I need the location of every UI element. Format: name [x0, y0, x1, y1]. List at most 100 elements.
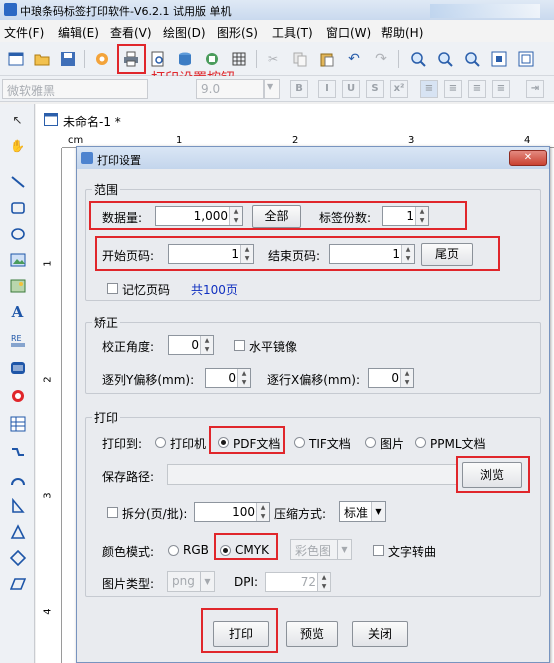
text-tool-icon[interactable]: A — [8, 302, 27, 321]
menu-edit[interactable]: 编辑(E) — [58, 24, 99, 41]
text-to-curve-checkbox[interactable] — [373, 545, 384, 556]
align-left-icon[interactable]: ≡ — [420, 80, 438, 98]
font-size-dropdown-icon[interactable]: ▼ — [264, 79, 280, 99]
spin-arrows-icon[interactable]: ▲ ▼ — [400, 369, 413, 387]
table-tool-icon[interactable] — [8, 414, 27, 433]
rich-text-tool-icon[interactable]: RE — [8, 330, 27, 349]
rectangle-tool-icon[interactable] — [8, 198, 27, 217]
menu-file[interactable]: 文件(F) — [4, 24, 44, 41]
mirror-checkbox[interactable] — [234, 340, 245, 351]
text-direction-icon[interactable]: ⇥ — [526, 80, 544, 98]
save-path-input[interactable] — [167, 464, 457, 485]
pan-hand-icon[interactable]: ✋ — [8, 136, 27, 155]
close-button[interactable]: 关闭 — [352, 621, 408, 647]
menu-shape[interactable]: 图形(S) — [217, 24, 258, 41]
menu-draw[interactable]: 绘图(D) — [163, 24, 206, 41]
arc-tool-icon[interactable] — [8, 470, 27, 489]
data-source-icon[interactable] — [202, 49, 222, 69]
menu-tools[interactable]: 工具(T) — [272, 24, 313, 41]
cut-icon[interactable]: ✂ — [263, 49, 283, 69]
picture-tool-icon[interactable] — [8, 276, 27, 295]
dpi-input[interactable]: 72 ▲ ▼ — [265, 572, 331, 592]
spin-arrows-icon[interactable]: ▲ ▼ — [317, 573, 330, 591]
preview-button[interactable]: 预览 — [286, 621, 338, 647]
open-folder-icon[interactable] — [32, 49, 52, 69]
x-offset-input[interactable]: 0 ▲ ▼ — [368, 368, 414, 388]
radio-rgb[interactable] — [168, 545, 179, 556]
dialog-close-button[interactable]: ✕ — [509, 150, 547, 166]
save-icon[interactable] — [58, 49, 78, 69]
align-right-icon[interactable]: ≡ — [468, 80, 486, 98]
toolbar-separator — [398, 50, 399, 68]
italic-button[interactable]: I — [318, 80, 336, 98]
compress-combo[interactable]: 标准 ▼ — [339, 501, 386, 522]
line-tool-icon[interactable] — [8, 172, 27, 191]
color-image-combo[interactable]: 彩色图 ▼ — [290, 539, 352, 560]
diamond-tool-icon[interactable] — [8, 548, 27, 567]
radio-image[interactable] — [365, 437, 376, 448]
parallelogram-tool-icon[interactable] — [8, 574, 27, 593]
fit-page-icon[interactable] — [489, 49, 509, 69]
ellipse-tool-icon[interactable] — [8, 224, 27, 243]
redo-icon[interactable]: ↷ — [371, 49, 391, 69]
strikethrough-button[interactable]: S — [366, 80, 384, 98]
menu-view[interactable]: 查看(V) — [110, 24, 152, 41]
menu-help[interactable]: 帮助(H) — [381, 24, 423, 41]
text-to-curve-label: 文字转曲 — [388, 545, 437, 559]
zoom-icon[interactable] — [462, 49, 482, 69]
menu-window[interactable]: 窗口(W) — [326, 24, 371, 41]
dialog-title: 打印设置 — [97, 154, 141, 167]
align-center-icon[interactable]: ≡ — [444, 80, 462, 98]
new-file-icon[interactable] — [6, 49, 26, 69]
bold-button[interactable]: B — [290, 80, 308, 98]
remember-page-checkbox[interactable] — [107, 283, 118, 294]
dropdown-arrow-icon[interactable]: ▼ — [200, 572, 214, 591]
y-offset-input[interactable]: 0 ▲ ▼ — [205, 368, 251, 388]
document-tab[interactable]: 未命名-1 * — [40, 110, 126, 130]
grid-icon[interactable] — [229, 49, 249, 69]
x-offset-value: 0 — [391, 371, 399, 385]
database-icon[interactable] — [175, 49, 195, 69]
radio-ppml[interactable] — [415, 437, 426, 448]
triangle-tool-icon[interactable] — [8, 522, 27, 541]
zoom-in-icon[interactable] — [408, 49, 428, 69]
image-type-combo[interactable]: png ▼ — [167, 571, 215, 592]
select-arrow-icon[interactable]: ↖ — [8, 110, 27, 129]
font-size-combo[interactable]: 9.0 — [196, 79, 264, 99]
toolbar-separator — [84, 50, 85, 68]
polyline-tool-icon[interactable] — [8, 496, 27, 515]
browse-button-highlight — [456, 456, 530, 493]
zoom-out-icon[interactable] — [435, 49, 455, 69]
image-tool-icon[interactable] — [8, 250, 27, 269]
settings-gear-icon[interactable] — [92, 49, 112, 69]
copy-icon[interactable] — [290, 49, 310, 69]
font-name-combo[interactable]: 微软雅黑 — [2, 79, 148, 99]
underline-button[interactable]: U — [342, 80, 360, 98]
spin-arrows-icon[interactable]: ▲ ▼ — [237, 369, 250, 387]
split-checkbox[interactable] — [107, 507, 118, 518]
curve-tool-icon[interactable] — [8, 442, 27, 461]
cmyk-option-highlight — [214, 533, 278, 560]
color-image-value: 彩色图 — [295, 544, 332, 558]
align-justify-icon[interactable]: ≡ — [492, 80, 510, 98]
main-toolbar: ✂ ↶ ↷ — [0, 42, 554, 76]
spin-arrows-icon[interactable]: ▲ ▼ — [200, 336, 213, 354]
split-input[interactable]: 100 ▲ ▼ — [194, 502, 270, 522]
radio-image-label: 图片 — [380, 437, 405, 451]
print-button-highlight — [201, 608, 278, 653]
dropdown-arrow-icon[interactable]: ▼ — [371, 502, 385, 521]
shape-tool-icon[interactable] — [8, 386, 27, 405]
barcode-tool-icon[interactable] — [8, 358, 27, 377]
actual-size-icon[interactable] — [516, 49, 536, 69]
radio-printer[interactable] — [155, 437, 166, 448]
undo-icon[interactable]: ↶ — [344, 49, 364, 69]
spin-arrows-icon[interactable]: ▲ ▼ — [256, 503, 269, 521]
print-preview-icon[interactable] — [148, 49, 168, 69]
range-row-highlight — [89, 201, 467, 230]
dialog-title-bar[interactable]: 打印设置 ✕ — [77, 147, 549, 169]
paste-icon[interactable] — [317, 49, 337, 69]
angle-input[interactable]: 0 ▲ ▼ — [168, 335, 214, 355]
radio-tif[interactable] — [294, 437, 305, 448]
dropdown-arrow-icon[interactable]: ▼ — [337, 540, 351, 559]
superscript-icon[interactable]: x² — [390, 80, 408, 98]
